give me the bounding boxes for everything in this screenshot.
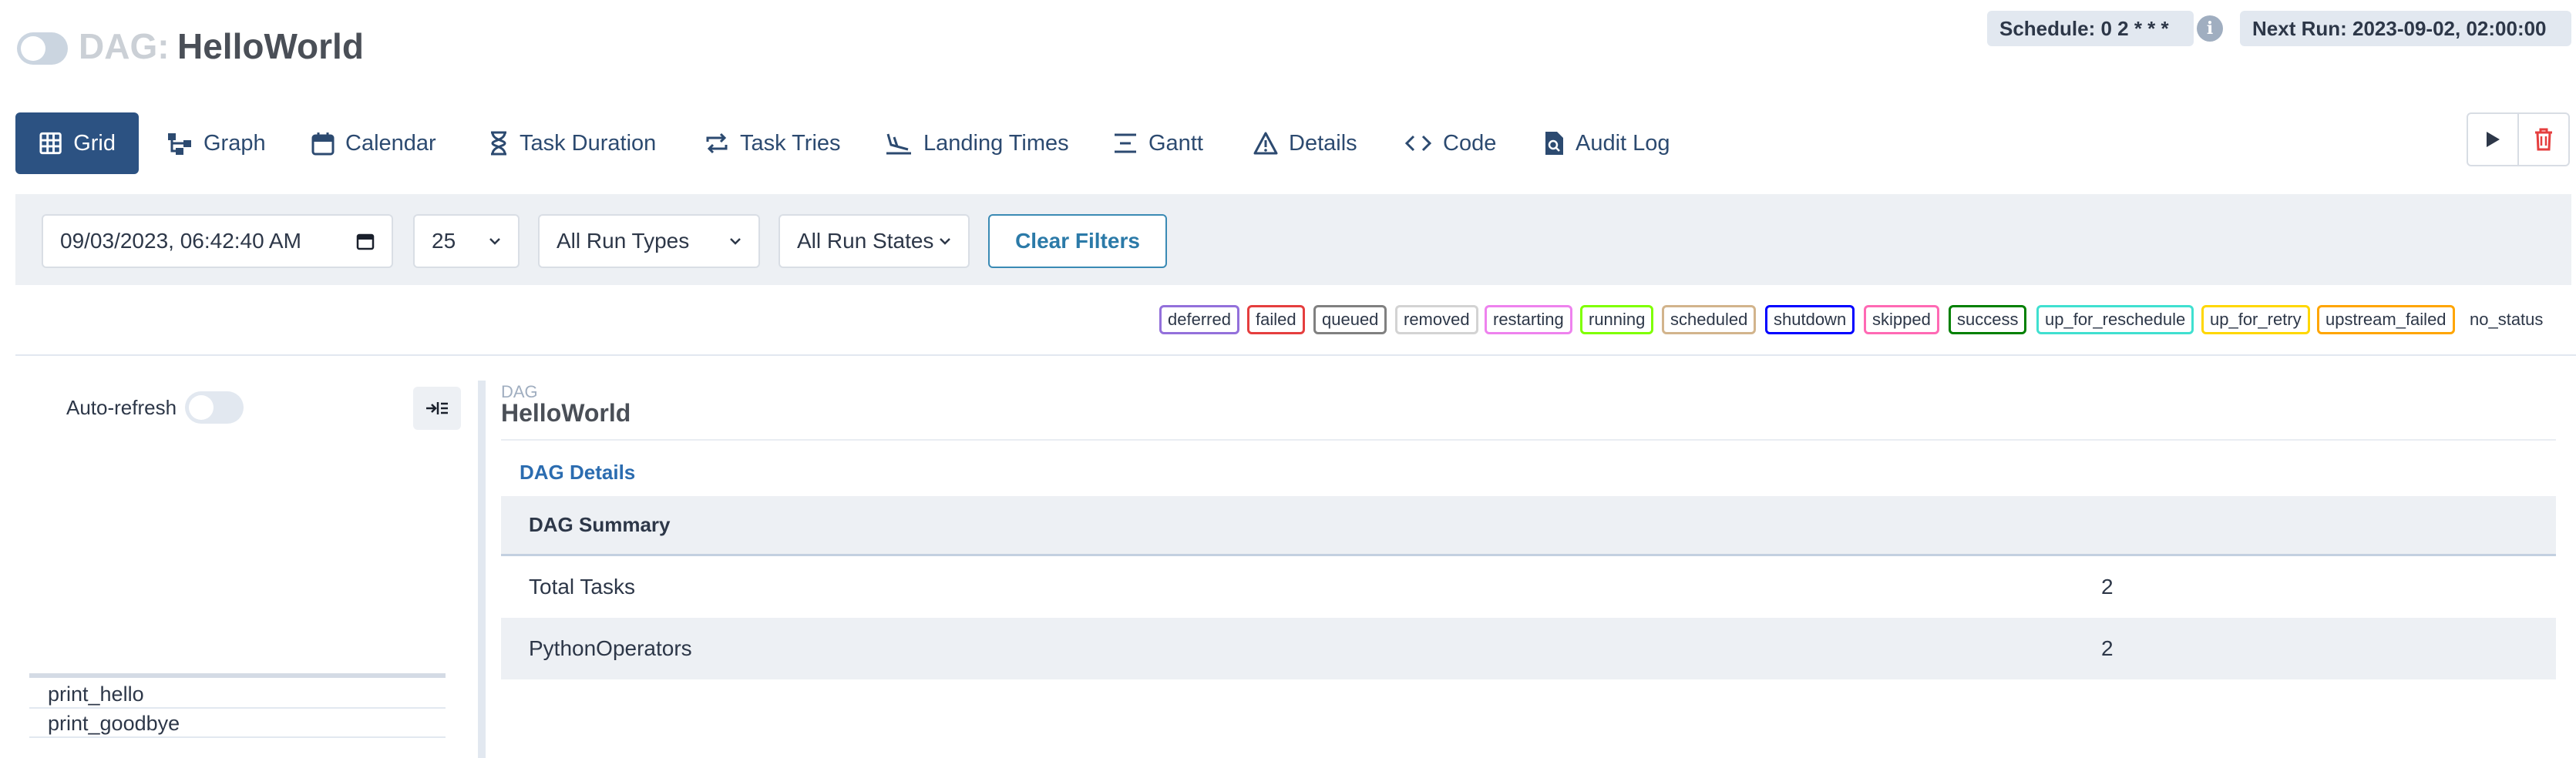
row-label: PythonOperators bbox=[529, 636, 692, 660]
clear-filters-button[interactable]: Clear Filters bbox=[988, 214, 1167, 268]
tab-audit-log[interactable]: Audit Log bbox=[1543, 112, 1670, 174]
tab-code[interactable]: Code bbox=[1404, 112, 1496, 174]
tab-grid[interactable]: Grid bbox=[15, 112, 139, 174]
trash-icon bbox=[2535, 128, 2552, 151]
run-types-value: All Run Types bbox=[557, 229, 690, 253]
task-list-header bbox=[29, 673, 446, 678]
tab-label: Details bbox=[1289, 130, 1357, 156]
file-search-icon bbox=[1545, 132, 1563, 155]
num-runs-select[interactable]: 25 bbox=[413, 214, 520, 268]
toggle-knob bbox=[21, 36, 45, 61]
state-badge-running[interactable]: running bbox=[1580, 305, 1654, 334]
tab-gantt[interactable]: Gantt bbox=[1113, 112, 1203, 174]
run-states-select[interactable]: All Run States bbox=[779, 214, 970, 268]
info-icon[interactable]: i bbox=[2197, 15, 2223, 42]
tab-label: Task Duration bbox=[520, 130, 657, 156]
row-value: 2 bbox=[2101, 636, 2114, 660]
state-badge-restarting[interactable]: restarting bbox=[1485, 305, 1572, 334]
state-badge-queued[interactable]: queued bbox=[1313, 305, 1387, 334]
next-run-badge: Next Run: 2023-09-02, 02:00:00 bbox=[2240, 11, 2571, 46]
grid-icon bbox=[39, 132, 62, 155]
table-row: Total Tasks 2 bbox=[501, 556, 2556, 618]
state-badge-failed[interactable]: failed bbox=[1247, 305, 1305, 334]
tab-label: Landing Times bbox=[923, 130, 1069, 156]
run-states-value: All Run States bbox=[797, 229, 934, 253]
schedule-badge: Schedule: 0 2 * * * bbox=[1987, 11, 2194, 46]
tab-label: Graph bbox=[203, 130, 266, 156]
state-badge-upstream-failed[interactable]: upstream_failed bbox=[2317, 305, 2455, 334]
tab-landing-times[interactable]: Landing Times bbox=[885, 112, 1069, 174]
warning-triangle-icon bbox=[1253, 132, 1278, 155]
chevron-down-icon bbox=[940, 238, 950, 245]
tab-label: Audit Log bbox=[1576, 130, 1670, 156]
divider bbox=[501, 439, 2556, 441]
tab-details[interactable]: Details bbox=[1253, 112, 1357, 174]
trigger-dag-button[interactable] bbox=[2467, 112, 2519, 166]
state-badge-shutdown[interactable]: shutdown bbox=[1765, 305, 1855, 334]
tab-task-duration[interactable]: Task Duration bbox=[489, 112, 656, 174]
num-runs-value: 25 bbox=[432, 229, 456, 253]
state-badge-deferred[interactable]: deferred bbox=[1159, 305, 1239, 334]
collapse-details-button[interactable] bbox=[413, 387, 461, 430]
table-row: PythonOperators 2 bbox=[501, 618, 2556, 679]
state-badge-up-for-reschedule[interactable]: up_for_reschedule bbox=[2036, 305, 2194, 334]
dag-prefix: DAG: bbox=[79, 26, 170, 66]
collapse-icon bbox=[426, 402, 448, 414]
task-row-print-goodbye[interactable]: print_goodbye bbox=[29, 709, 446, 738]
play-icon bbox=[2487, 132, 2500, 147]
run-types-select[interactable]: All Run Types bbox=[538, 214, 760, 268]
code-icon bbox=[1404, 135, 1432, 152]
tab-task-tries[interactable]: Task Tries bbox=[705, 112, 841, 174]
tab-label: Calendar bbox=[345, 130, 436, 156]
calendar-icon bbox=[311, 132, 335, 156]
chevron-down-icon bbox=[489, 238, 500, 245]
summary-table-header: DAG Summary bbox=[501, 496, 2556, 556]
row-label: Total Tasks bbox=[529, 575, 635, 599]
dag-details-link[interactable]: DAG Details bbox=[520, 461, 635, 485]
plane-landing-icon bbox=[886, 133, 911, 155]
delete-dag-button[interactable] bbox=[2517, 112, 2570, 166]
state-badge-scheduled[interactable]: scheduled bbox=[1662, 305, 1757, 334]
state-badge-success[interactable]: success bbox=[1949, 305, 2027, 334]
calendar-icon[interactable] bbox=[356, 232, 375, 250]
tab-calendar[interactable]: Calendar bbox=[311, 112, 436, 174]
date-value: 09/03/2023, 06:42:40 AM bbox=[60, 229, 301, 253]
tab-graph[interactable]: Graph bbox=[166, 112, 266, 174]
details-title: HelloWorld bbox=[501, 399, 631, 427]
dag-title: HelloWorld bbox=[177, 26, 364, 66]
state-badge-skipped[interactable]: skipped bbox=[1864, 305, 1939, 334]
repeat-icon bbox=[706, 132, 728, 154]
state-no-status[interactable]: no_status bbox=[2470, 305, 2543, 334]
tab-label: Gantt bbox=[1148, 130, 1203, 156]
state-badge-removed[interactable]: removed bbox=[1395, 305, 1478, 334]
task-row-print-hello[interactable]: print_hello bbox=[29, 679, 446, 709]
auto-refresh-toggle[interactable] bbox=[185, 391, 244, 424]
toggle-knob bbox=[189, 395, 214, 420]
panel-resize-handle[interactable] bbox=[478, 381, 486, 758]
tab-label: Task Tries bbox=[740, 130, 841, 156]
dag-pause-toggle[interactable] bbox=[17, 32, 68, 65]
chevron-down-icon bbox=[730, 238, 741, 245]
auto-refresh-label: Auto-refresh bbox=[66, 396, 177, 419]
divider bbox=[15, 354, 2576, 356]
execution-date-input[interactable]: 09/03/2023, 06:42:40 AM bbox=[42, 214, 393, 268]
tab-label: Grid bbox=[73, 130, 116, 156]
row-value: 2 bbox=[2101, 575, 2114, 599]
graph-icon bbox=[168, 133, 191, 155]
hourglass-icon bbox=[491, 131, 506, 156]
gantt-icon bbox=[1115, 133, 1136, 153]
state-badge-up-for-retry[interactable]: up_for_retry bbox=[2201, 305, 2310, 334]
filter-bar bbox=[15, 194, 2571, 285]
tab-label: Code bbox=[1443, 130, 1497, 156]
